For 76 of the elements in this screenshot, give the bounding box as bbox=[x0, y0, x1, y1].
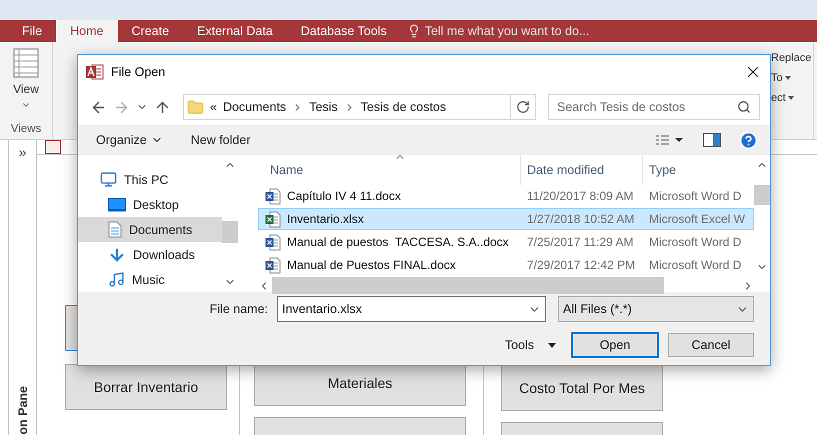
date-cell-text: 7/25/2017 11:29 AM bbox=[526, 235, 635, 249]
help-icon[interactable] bbox=[739, 130, 758, 150]
file-type-select[interactable]: All Files (*.*) bbox=[558, 296, 754, 322]
caret-icon bbox=[788, 96, 794, 100]
dialog-title: File Open bbox=[111, 65, 166, 79]
caret-icon bbox=[784, 76, 791, 80]
file-row[interactable]: Capítulo IV 4 11.docx 11/20/2017 8:09 AM Microsoft Word D bbox=[258, 185, 754, 207]
field-label: File name: bbox=[208, 302, 268, 316]
column-header[interactable]: Type bbox=[642, 155, 754, 185]
file-name: Manual de puestos TACCESA. S.A..docx bbox=[287, 235, 509, 249]
nav-item[interactable]: Documents bbox=[78, 217, 222, 242]
file-row[interactable]: Inventario.xlsx 1/27/2018 10:52 AM Microsoft Excel W bbox=[258, 208, 754, 230]
column-header[interactable]: Date modified bbox=[520, 155, 642, 185]
nav-item[interactable]: This PC bbox=[78, 167, 222, 192]
type-cell-text: Microsoft Excel W bbox=[648, 212, 746, 226]
breadcrumb-item[interactable]: Tesis de costos bbox=[360, 100, 446, 114]
new-folder-button[interactable]: New folder bbox=[190, 133, 250, 147]
document-icon bbox=[108, 221, 122, 238]
refresh-icon bbox=[516, 100, 530, 114]
ribbon-command[interactable]: To bbox=[771, 72, 813, 84]
nav-item[interactable]: Desktop bbox=[78, 192, 222, 217]
open-button[interactable]: Open bbox=[571, 332, 659, 358]
file-name: Capítulo IV 4 11.docx bbox=[287, 189, 401, 203]
ribbon-command[interactable]: Replace bbox=[771, 52, 813, 64]
view-options-icon[interactable] bbox=[655, 134, 685, 146]
scrollbar-thumb[interactable] bbox=[754, 185, 770, 205]
view-button[interactable]: View bbox=[13, 48, 39, 110]
tell-me-field[interactable]: Tell me what you want to do... bbox=[424, 24, 590, 38]
address-bar[interactable]: « Documents Tesis Tesis de costos bbox=[183, 94, 536, 120]
music-note-icon bbox=[108, 271, 125, 288]
ribbon-tab[interactable]: Database Tools bbox=[286, 20, 401, 42]
file-name: Inventario.xlsx bbox=[287, 212, 364, 226]
cancel-button[interactable]: Cancel bbox=[668, 333, 754, 357]
file-row[interactable]: Manual de Puestos FINAL.docx 7/29/2017 12:42 PM Microsoft Word D bbox=[258, 254, 754, 276]
ribbon-command[interactable]: ect bbox=[771, 92, 813, 104]
date-cell-text: 7/29/2017 12:42 PM bbox=[526, 258, 636, 272]
file-row[interactable]: Manual de puestos TACCESA. S.A..docx 7/25/2017 11:29 AM Microsoft Word D bbox=[258, 231, 754, 253]
scrollbar-thumb[interactable] bbox=[272, 277, 664, 294]
document-file-icon bbox=[265, 234, 281, 250]
search-field[interactable]: Search Tesis de costos bbox=[548, 94, 760, 120]
group-label: Views bbox=[10, 123, 42, 135]
folder-icon bbox=[187, 98, 204, 116]
ribbon-tab[interactable]: External Data bbox=[183, 20, 287, 42]
pane-label: on Pane bbox=[16, 386, 30, 435]
download-icon bbox=[108, 246, 126, 264]
type-cell-text: Microsoft Word D bbox=[648, 235, 742, 249]
type-cell-text: Microsoft Word D bbox=[648, 189, 742, 203]
tools-button[interactable]: Tools bbox=[504, 338, 556, 352]
ribbon-tab[interactable]: File bbox=[8, 20, 56, 42]
form-button[interactable]: Costo Total Por Mes bbox=[501, 365, 663, 411]
computer-icon bbox=[100, 171, 117, 188]
ribbon-tab[interactable]: Create bbox=[118, 20, 184, 42]
expand-toggle[interactable]: » bbox=[18, 144, 26, 160]
breadcrumb-prefix[interactable]: « bbox=[210, 100, 217, 114]
type-cell-text: Microsoft Word D bbox=[648, 258, 742, 272]
date-cell-text: 1/27/2018 10:52 AM bbox=[526, 212, 636, 226]
caret-icon bbox=[548, 342, 556, 348]
nav-item[interactable]: Downloads bbox=[78, 242, 222, 267]
document-file-icon bbox=[265, 188, 281, 204]
scrollbar-thumb[interactable] bbox=[222, 221, 238, 243]
breadcrumb-item[interactable]: Documents bbox=[222, 100, 286, 114]
search-icon bbox=[737, 100, 751, 114]
ribbon-tab[interactable]: Home bbox=[56, 20, 118, 42]
file-name: Manual de Puestos FINAL.docx bbox=[287, 258, 456, 272]
form-button[interactable]: Borrar Inventario bbox=[65, 364, 227, 410]
date-cell-text: 11/20/2017 8:09 AM bbox=[526, 189, 635, 203]
preview-pane-icon[interactable] bbox=[703, 133, 721, 147]
app-logo-icon bbox=[86, 64, 104, 80]
file-name-field[interactable]: Inventario.xlsx bbox=[277, 296, 546, 322]
column-header[interactable]: Name bbox=[258, 155, 520, 185]
organize-button[interactable]: Organize bbox=[96, 133, 163, 147]
nav-item[interactable]: Music bbox=[78, 267, 222, 292]
document-file-icon bbox=[265, 256, 281, 274]
spreadsheet-file-icon bbox=[265, 210, 281, 228]
breadcrumb-item[interactable]: Tesis bbox=[309, 100, 338, 114]
desktop-icon bbox=[108, 198, 126, 212]
